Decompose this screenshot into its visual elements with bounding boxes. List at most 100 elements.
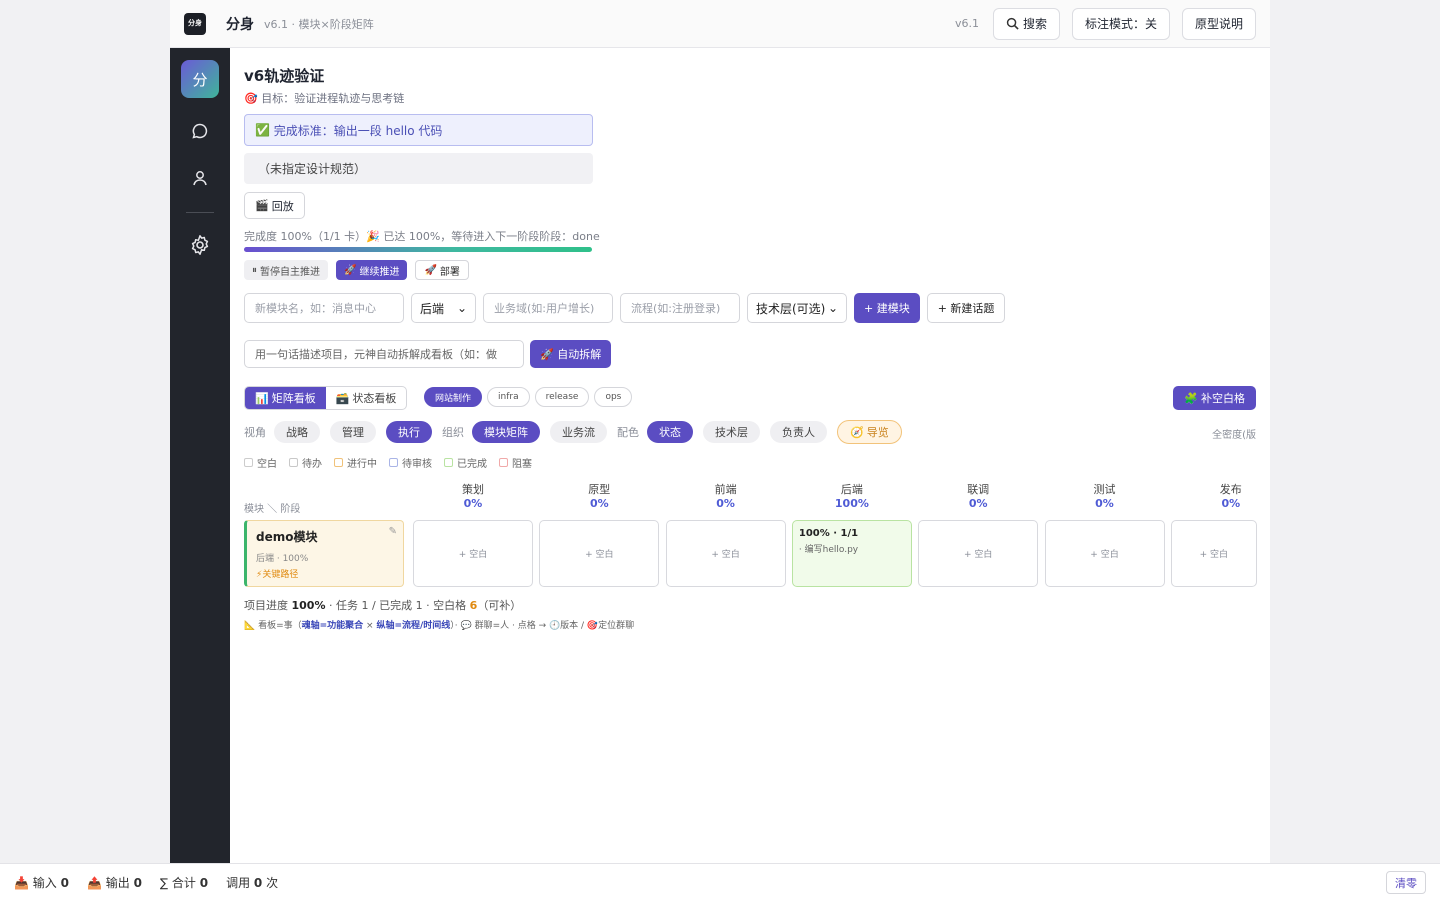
project-goal: 🎯 目标：验证进程轨迹与思考链 — [244, 90, 404, 106]
top-bar: 分身 分身 v6.1 · 模块×阶段矩阵 v6.1 搜索 标注模式：关 原型说明 — [170, 0, 1270, 48]
module-name-input[interactable]: 新模块名，如：消息中心 — [244, 293, 404, 323]
view-execute[interactable]: 执行 — [386, 421, 432, 443]
chart-icon: 📊 — [255, 391, 269, 405]
target-icon: 🎯 — [244, 92, 258, 105]
legend-label: 已完成 — [457, 459, 487, 470]
total-tokens: ∑ 合计 0 — [160, 874, 208, 891]
legend-label: 阻塞 — [512, 459, 532, 470]
matrix-cell-empty[interactable]: + 空白 — [1044, 520, 1165, 587]
domain-input[interactable]: 业务域(如:用户增长) — [483, 293, 613, 323]
rocket-icon: 🚀 — [540, 347, 554, 361]
stage-name: 前端 — [714, 483, 737, 496]
flow-input[interactable]: 流程(如:注册登录) — [620, 293, 740, 323]
summary-prefix: 项目进度 — [244, 599, 292, 612]
matrix-cell-empty[interactable]: + 空白 — [539, 520, 660, 587]
tech-select-value: 技术层(可选) — [756, 301, 826, 316]
legend-swatch — [444, 458, 453, 467]
status-bar: 📥 输入 0 📤 输出 0 ∑ 合计 0 调用 0 次 清零 — [0, 863, 1440, 900]
module-name: demo模块 — [256, 530, 318, 544]
create-module-button[interactable]: + 建模块 — [854, 293, 920, 323]
view-label: 视角 — [244, 426, 266, 439]
stage-name: 原型 — [588, 483, 611, 496]
puzzle-icon: 🧩 — [1184, 391, 1198, 405]
project-summary: 项目进度 100% · 任务 1 / 已完成 1 · 空白格 6（可补） — [244, 597, 521, 613]
legend-label: 进行中 — [347, 459, 377, 470]
tag-website[interactable]: 网站制作 — [424, 387, 483, 407]
color-tech-layer[interactable]: 技术层 — [703, 421, 760, 443]
board-footnote: 📐 看板=事（魂轴=功能聚合 × 纵轴=流程/时间线）· 💬 群聊=人 · 点格… — [244, 618, 634, 631]
replay-button[interactable]: 🎬 回放 — [244, 192, 305, 219]
sidebar-logo[interactable]: 分 — [181, 60, 219, 98]
color-status[interactable]: 状态 — [647, 421, 693, 443]
view-strategy[interactable]: 战略 — [274, 421, 320, 443]
tech-layer-select[interactable]: 技术层(可选) ⌄ — [747, 293, 847, 323]
new-topic-button[interactable]: + 新建话题 — [926, 293, 1006, 323]
edit-icon[interactable]: ✎ — [389, 526, 397, 537]
legend-item: 空白 — [244, 455, 277, 470]
matrix-cell-empty[interactable]: + 空白 — [665, 520, 786, 587]
clear-button[interactable]: 清零 — [1386, 871, 1426, 894]
progress-text: 完成度 100%（1/1 卡）🎉 已达 100%，等待进入下一阶段阶段：done — [244, 230, 600, 243]
tour-button[interactable]: 🧭 导览 — [837, 420, 902, 444]
inbox-icon: 📥 — [14, 875, 29, 890]
input-tokens: 📥 输入 0 — [14, 874, 69, 891]
auto-split-input[interactable]: 用一句话描述项目，元神自动拆解成看板（如：做 — [244, 340, 524, 368]
search-label: 搜索 — [1022, 17, 1047, 31]
app-title: 分身 — [226, 16, 254, 33]
auto-split-button[interactable]: 🚀 自动拆解 — [530, 340, 612, 368]
side-select[interactable]: 后端 ⌄ — [411, 293, 476, 323]
continue-button[interactable]: 🚀 继续推进 — [336, 260, 408, 280]
matrix-cell-empty[interactable]: + 空白 — [918, 520, 1039, 587]
prototype-info-label: 原型说明 — [1194, 17, 1243, 31]
stage-name: 发布 — [1219, 483, 1242, 496]
module-card[interactable]: demo模块 后端 · 100% ⚡关键路径 ✎ — [244, 520, 404, 587]
pause-button[interactable]: ⏸ 暂停自主推进 — [244, 260, 328, 280]
color-owner[interactable]: 负责人 — [770, 421, 827, 443]
stage-name: 联调 — [967, 483, 990, 496]
matrix-cell-empty[interactable]: + 空白 — [1170, 520, 1257, 587]
fill-blank-label: 补空白格 — [1201, 392, 1245, 405]
chat-icon[interactable] — [188, 119, 212, 143]
tab-status-board[interactable]: 🗃️ 状态看板 — [326, 387, 407, 409]
tab-label: 状态看板 — [352, 392, 397, 405]
sidebar: 分 — [170, 48, 230, 863]
stage-name: 后端 — [840, 483, 863, 496]
legend-item: 阻塞 — [499, 455, 532, 470]
design-spec[interactable]: （未指定设计规范） — [244, 153, 593, 184]
tab-matrix-board[interactable]: 📊 矩阵看板 — [245, 387, 326, 409]
footnote-c: × — [363, 621, 377, 631]
fill-blank-button[interactable]: 🧩 补空白格 — [1173, 386, 1256, 410]
tag-infra[interactable]: infra — [487, 387, 530, 407]
deploy-button[interactable]: 🚀 部署 — [415, 260, 469, 280]
done-criteria[interactable]: ✅ 完成标准：输出一段 hello 代码 — [244, 114, 593, 146]
prototype-info-button[interactable]: 原型说明 — [1181, 7, 1256, 40]
org-business-flow[interactable]: 业务流 — [550, 421, 607, 443]
project-title: v6轨迹验证 — [244, 67, 325, 85]
footnote-b: 魂轴=功能聚合 — [301, 621, 364, 631]
stage-header: 原型 0% — [539, 481, 659, 510]
legend-label: 待办 — [302, 459, 322, 470]
stage-header: 前端 0% — [666, 481, 786, 510]
matrix-cell-empty[interactable]: + 空白 — [413, 520, 533, 587]
continue-label: 继续推进 — [359, 266, 400, 278]
pause-icon: ⏸ — [252, 264, 257, 276]
tag-ops[interactable]: ops — [594, 387, 633, 407]
annotation-mode-button[interactable]: 标注模式：关 — [1071, 7, 1170, 40]
settings-icon[interactable] — [188, 233, 212, 257]
stage-percent: 0% — [463, 497, 483, 510]
rocket-icon: 🚀 — [344, 264, 357, 276]
org-module-matrix[interactable]: 模块矩阵 — [472, 421, 540, 443]
footnote-a: 看板=事（ — [258, 621, 302, 631]
matrix-cell-done[interactable]: 100% · 1/1 · 编写hello.py — [791, 520, 912, 587]
density-toggle[interactable]: 全密度(版 — [1212, 426, 1256, 441]
calls-value: 0 — [253, 875, 263, 890]
stage-percent: 0% — [968, 497, 988, 510]
search-button[interactable]: 搜索 — [992, 7, 1060, 40]
stage-name: 策划 — [462, 483, 484, 496]
total-value: 0 — [199, 875, 209, 890]
pause-label: 暂停自主推进 — [260, 266, 320, 278]
summary-mid: · 任务 1 / 已完成 1 · 空白格 — [325, 599, 470, 612]
view-manage[interactable]: 管理 — [330, 421, 376, 443]
user-icon[interactable] — [188, 166, 212, 190]
tag-release[interactable]: release — [534, 387, 590, 407]
